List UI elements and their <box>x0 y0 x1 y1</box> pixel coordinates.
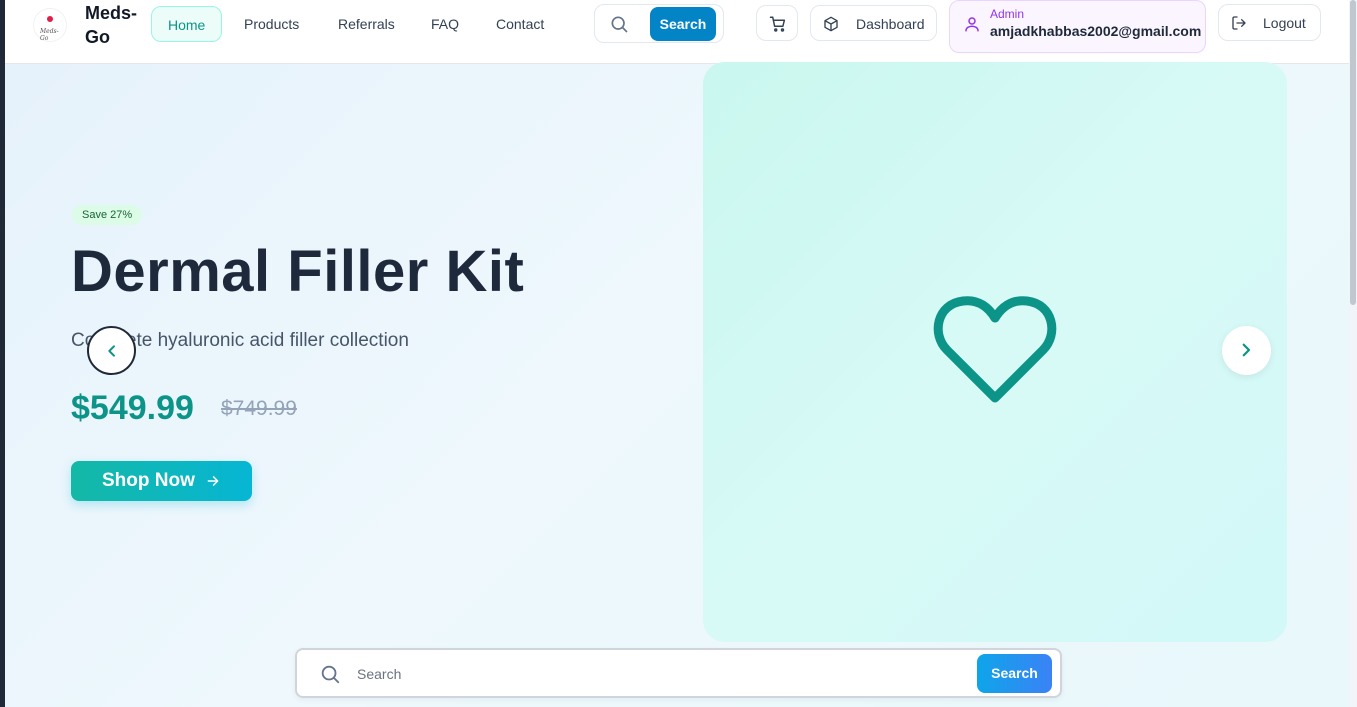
search-icon <box>319 663 341 690</box>
product-image <box>703 62 1287 642</box>
nav-products[interactable]: Products <box>228 6 315 42</box>
user-email: amjadkhabbas2002@gmail.com <box>990 23 1202 39</box>
logo-text: Meds-Go <box>40 28 59 42</box>
user-role: Admin <box>990 7 1025 21</box>
user-icon <box>965 17 979 32</box>
nav-faq[interactable]: FAQ <box>415 6 475 42</box>
scrollbar-thumb[interactable] <box>1350 0 1356 305</box>
nav-contact[interactable]: Contact <box>480 6 560 42</box>
hero-carousel: Save 27% Dermal Filler Kit Complete hyal… <box>5 62 1349 707</box>
dashboard-button[interactable]: Dashboard <box>810 5 937 41</box>
logout-label: Logout <box>1263 15 1306 31</box>
cart-icon <box>769 16 786 32</box>
dashboard-label: Dashboard <box>856 16 925 32</box>
hero-title: Dermal Filler Kit <box>71 239 525 304</box>
arrow-right-icon <box>207 476 219 486</box>
original-price: $749.99 <box>221 397 297 420</box>
shop-now-label: Shop Now <box>102 470 195 491</box>
logout-button[interactable]: Logout <box>1218 4 1321 41</box>
shop-now-button[interactable]: Shop Now <box>71 461 252 501</box>
top-navbar: Meds-Go Meds-Go Home Products Referrals … <box>5 0 1349 64</box>
carousel-next-button[interactable] <box>1222 326 1271 375</box>
nav-home[interactable]: Home <box>151 6 223 42</box>
carousel-prev-button[interactable] <box>87 326 136 375</box>
product-search-bar: Search <box>295 648 1062 698</box>
chevron-right-icon <box>1242 343 1251 357</box>
package-icon <box>824 16 838 32</box>
product-search-button[interactable]: Search <box>977 654 1052 693</box>
header-search[interactable]: Search <box>594 4 724 43</box>
cart-button[interactable] <box>756 5 798 41</box>
header-search-button[interactable]: Search <box>650 7 716 41</box>
brand-name[interactable]: Meds-Go <box>85 1 145 49</box>
search-icon <box>609 14 629 39</box>
current-price: $549.99 <box>71 389 194 427</box>
page-scrollbar[interactable] <box>1349 0 1357 707</box>
discount-badge: Save 27% <box>72 205 143 225</box>
product-search-input[interactable] <box>357 660 957 688</box>
nav-referrals[interactable]: Referrals <box>322 6 411 42</box>
user-profile[interactable]: Admin amjadkhabbas2002@gmail.com <box>949 0 1206 53</box>
logout-icon <box>1232 16 1246 30</box>
chevron-left-icon <box>108 345 115 357</box>
brand-logo[interactable]: Meds-Go <box>33 8 67 42</box>
heart-icon <box>933 296 1057 403</box>
